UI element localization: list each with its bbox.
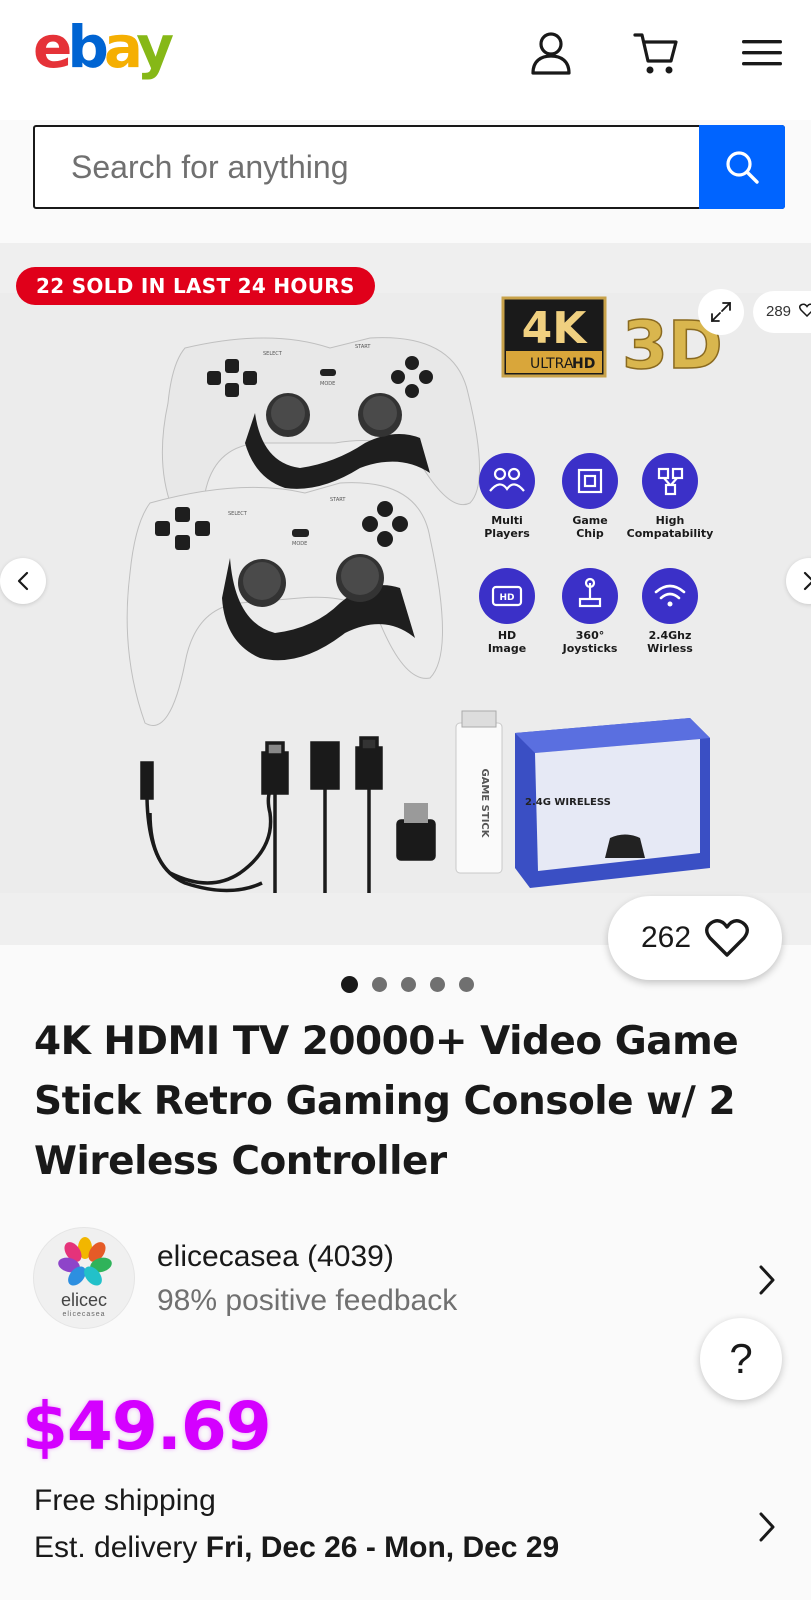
svg-text:Chip: Chip [576, 527, 604, 540]
svg-text:Wirless: Wirless [647, 642, 693, 655]
feature-icons: MultiPlayers GameChip HighCompatability … [479, 453, 713, 655]
chevron-right-icon [803, 571, 811, 591]
svg-text:HD: HD [499, 593, 514, 603]
seller-name[interactable]: elicecasea (4039) [157, 1240, 394, 1274]
preview-watch-count[interactable]: 289 [753, 291, 811, 333]
search-icon [726, 151, 759, 184]
svg-text:Game: Game [572, 514, 607, 527]
svg-text:START: START [330, 497, 346, 503]
previous-image-button[interactable] [0, 558, 46, 604]
search-bar [33, 125, 785, 209]
svg-text:2.4G WIRELESS: 2.4G WIRELESS [525, 797, 611, 808]
svg-text:HD: HD [498, 629, 516, 642]
svg-text:HD: HD [572, 356, 595, 372]
svg-text:360°: 360° [576, 629, 604, 642]
help-button[interactable]: ? [700, 1318, 782, 1400]
product-title: 4K HDMI TV 20000+ Video Game Stick Retro… [34, 1019, 739, 1184]
seller-avatar[interactable]: elicec elicecasea [33, 1227, 135, 1329]
pagination-dot[interactable] [459, 977, 474, 992]
pagination-dot[interactable] [341, 976, 358, 993]
menu-icon[interactable] [738, 28, 786, 78]
product-box-image: 2.4G WIRELESS [515, 718, 710, 888]
svg-text:GAME STICK: GAME STICK [479, 768, 490, 838]
controller-mode-label: MODE [320, 381, 335, 387]
product-image[interactable]: SELECT START MODE SELECT START MODE 4K U… [0, 293, 811, 893]
4k-badge-image: 4K ULTRA HD 3D [501, 296, 723, 385]
seller-logo-subtext: elicecasea [62, 1311, 106, 1318]
product-price: $49.69 [22, 1388, 272, 1465]
svg-text:2.4Ghz: 2.4Ghz [649, 629, 692, 642]
logo-letter-e: e [33, 13, 72, 81]
svg-text:High: High [656, 514, 685, 527]
image-pagination [341, 976, 474, 993]
svg-text:Players: Players [484, 527, 530, 540]
chevron-left-icon [17, 571, 29, 591]
expand-icon [711, 302, 731, 322]
shipping-info: Free shipping [34, 1484, 216, 1517]
svg-text:MODE: MODE [292, 541, 307, 547]
seller-logo-text: elicec [60, 1290, 108, 1310]
shipping-chevron[interactable] [752, 1507, 782, 1547]
cables-image [140, 736, 436, 893]
cart-icon[interactable] [632, 28, 680, 78]
svg-text:4K: 4K [522, 303, 589, 354]
heart-icon [799, 303, 811, 318]
watch-button[interactable]: 262 [608, 896, 782, 980]
header: ebay [0, 0, 811, 120]
pagination-dot[interactable] [430, 977, 445, 992]
pagination-dot[interactable] [401, 977, 416, 992]
controller-front-image: SELECT START MODE [126, 482, 443, 726]
svg-text:Joysticks: Joysticks [562, 642, 618, 655]
logo-letter-b: b [67, 13, 108, 81]
watch-count: 262 [640, 921, 692, 954]
search-button[interactable] [699, 125, 785, 209]
heart-icon [705, 919, 749, 957]
delivery-dates: Fri, Dec 26 - Mon, Dec 29 [205, 1531, 560, 1564]
expand-button[interactable] [698, 289, 744, 335]
controller-select-label: SELECT [263, 351, 283, 357]
svg-text:Image: Image [488, 642, 526, 655]
logo-letter-y: y [136, 13, 174, 81]
game-stick-image: GAME STICK [455, 710, 503, 874]
seller-feedback: 98% positive feedback [157, 1284, 458, 1317]
svg-text:ULTRA: ULTRA [530, 356, 574, 372]
svg-text:Multi: Multi [491, 514, 523, 527]
pagination-dot[interactable] [372, 977, 387, 992]
svg-text:SELECT: SELECT [228, 511, 248, 517]
svg-text:Compatability: Compatability [627, 527, 714, 540]
delivery-label: Est. delivery [34, 1531, 206, 1564]
sold-badge: 22 SOLD IN LAST 24 HOURS [16, 267, 375, 305]
ebay-logo[interactable]: ebay [33, 18, 174, 76]
search-input[interactable] [35, 127, 699, 207]
chevron-right-icon [759, 1265, 775, 1295]
logo-letter-a: a [103, 13, 141, 81]
chevron-right-icon [759, 1512, 775, 1542]
image-gallery[interactable]: SELECT START MODE SELECT START MODE 4K U… [0, 243, 811, 945]
account-icon[interactable] [527, 28, 575, 78]
seller-chevron[interactable] [752, 1260, 782, 1300]
delivery-estimate: Est. delivery Fri, Dec 26 - Mon, Dec 29 [34, 1531, 559, 1565]
controller-start-label: START [355, 344, 371, 350]
